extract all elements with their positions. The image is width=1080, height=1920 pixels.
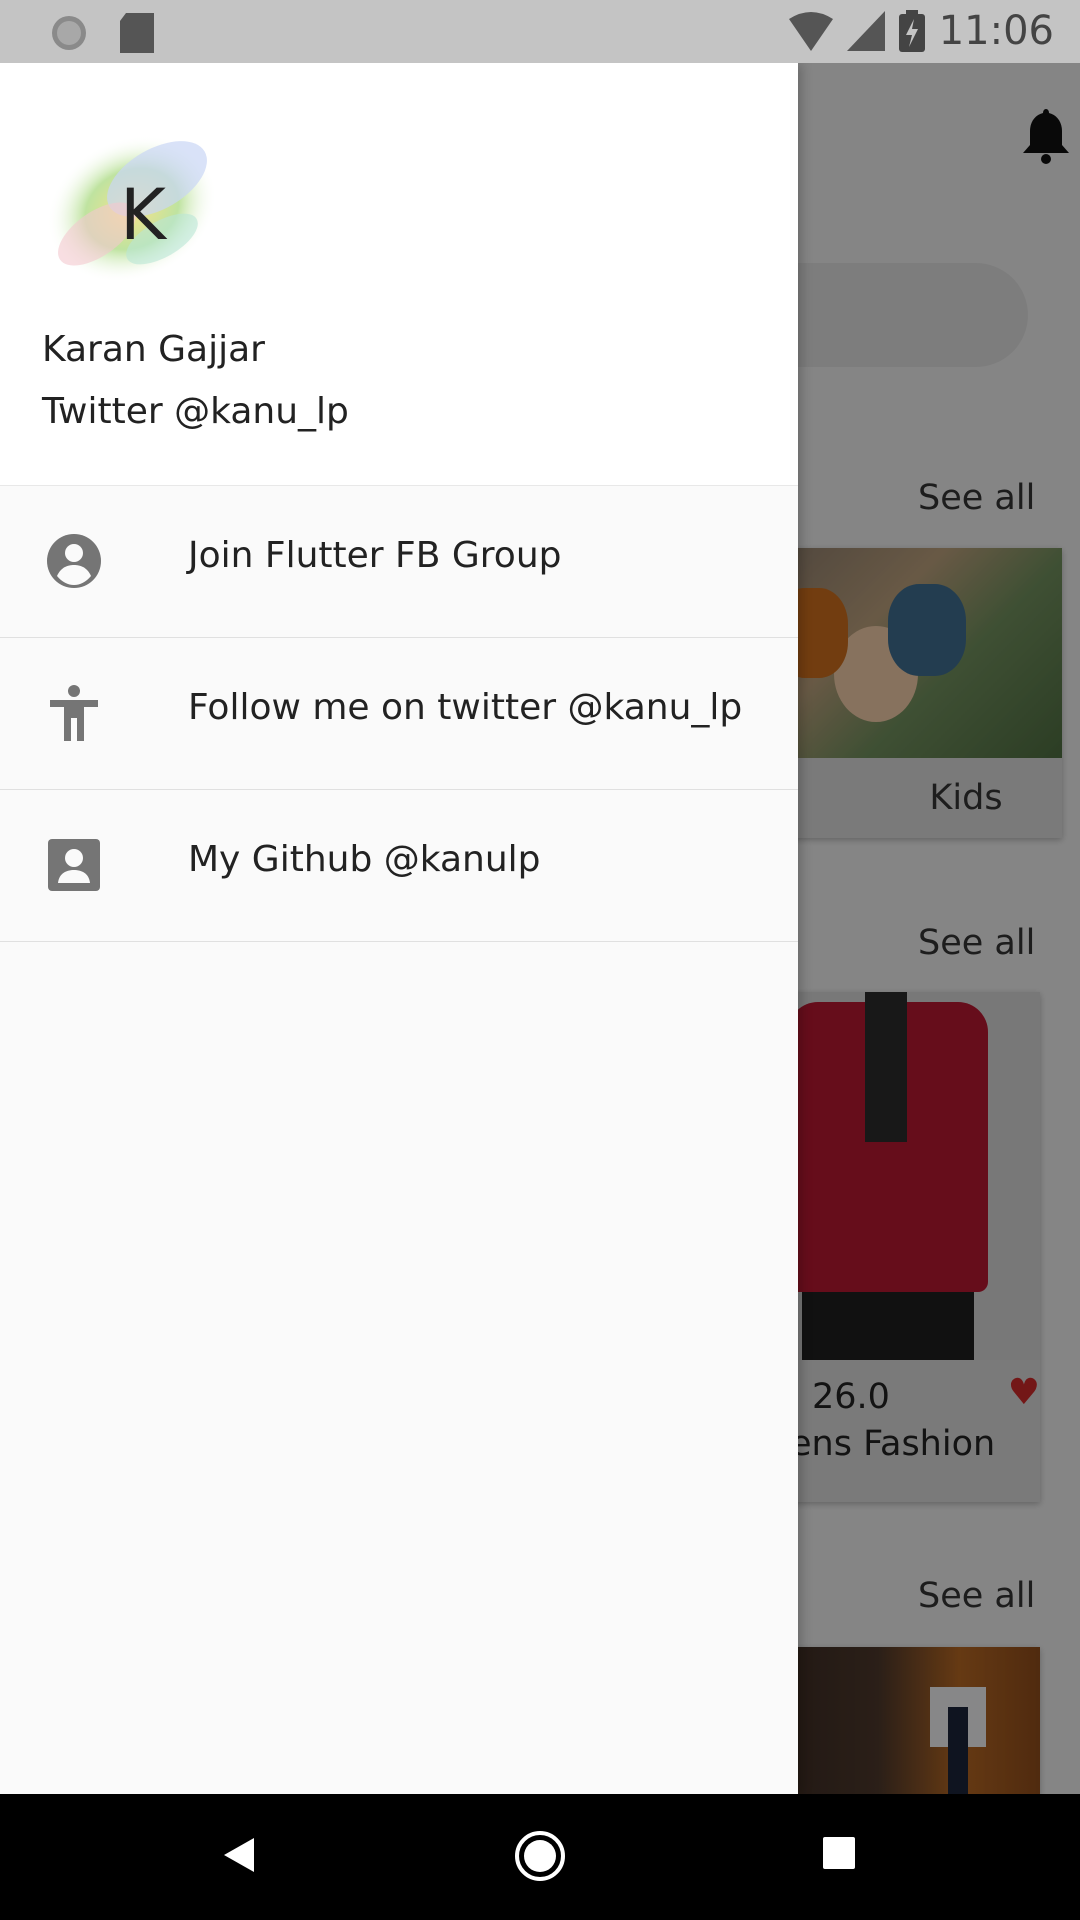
system-nav-bar [0, 1794, 1080, 1920]
signal-icon [846, 11, 885, 51]
status-bar: 11:06 [0, 0, 1080, 63]
clock: 11:06 [938, 8, 1054, 54]
account-circle-icon [47, 534, 101, 588]
loading-icon [52, 16, 86, 50]
drawer-item-github[interactable]: My Github @kanulp [0, 789, 798, 942]
navigation-drawer: K Karan Gajjar Twitter @kanu_lp Join Flu… [0, 63, 798, 1794]
accessibility-icon [50, 685, 98, 741]
drawer-item-label: My Github @kanulp [188, 839, 541, 880]
sd-card-icon [120, 13, 154, 53]
back-icon[interactable] [222, 1836, 256, 1874]
home-icon[interactable] [514, 1830, 566, 1882]
battery-icon [898, 10, 925, 52]
drawer-item-label: Join Flutter FB Group [188, 535, 562, 576]
drawer-item-label: Follow me on twitter @kanu_lp [188, 687, 743, 728]
drawer-header: K Karan Gajjar Twitter @kanu_lp [0, 63, 798, 486]
contact-box-icon [48, 839, 100, 891]
avatar-letter: K [120, 174, 168, 256]
recents-icon[interactable] [822, 1836, 856, 1870]
user-twitter-handle: Twitter @kanu_lp [42, 391, 349, 432]
user-name: Karan Gajjar [42, 329, 265, 370]
user-avatar[interactable]: K [42, 109, 222, 289]
wifi-icon [788, 12, 833, 51]
drawer-item-fb-group[interactable]: Join Flutter FB Group [0, 485, 798, 638]
drawer-item-twitter[interactable]: Follow me on twitter @kanu_lp [0, 637, 798, 790]
